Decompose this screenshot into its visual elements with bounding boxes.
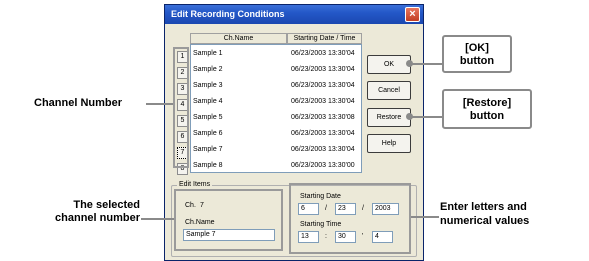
channel-name: Sample 7: [193, 146, 223, 153]
channel-datetime: 06/23/2003 13:30'04: [291, 130, 355, 137]
edit-items-legend: Edit Items: [177, 181, 213, 188]
channel-name: Sample 1: [193, 50, 223, 57]
selected-channel-highlight: [174, 189, 283, 251]
channel-name: Sample 5: [193, 114, 223, 121]
channel-datetime: 06/23/2003 13:30'04: [291, 82, 355, 89]
channel-datetime: 06/23/2003 13:30'08: [291, 114, 355, 121]
restore-button[interactable]: Restore: [367, 108, 411, 127]
channel-datetime: 06/23/2003 13:30'04: [291, 98, 355, 105]
restore-leader-line: [412, 116, 442, 118]
enter-values-callout-line2: numerical values: [440, 215, 530, 227]
selected-channel-callout-line1: The selected: [73, 199, 140, 211]
selected-channel-callout-line2: channel number: [55, 212, 140, 224]
restore-callout-line1: [Restore]: [462, 97, 512, 109]
channel-list[interactable]: Sample 1 06/23/2003 13:30'04 Sample 2 06/2…: [190, 44, 362, 173]
channel-datetime: 06/23/2003 13:30'00: [291, 162, 355, 169]
ok-leader-line: [412, 63, 442, 65]
ok-button[interactable]: OK: [367, 55, 411, 74]
cancel-button[interactable]: Cancel: [367, 81, 411, 100]
column-header-datetime[interactable]: Starting Date / Time: [287, 33, 362, 44]
close-icon[interactable]: ×: [405, 7, 420, 22]
dialog-title: Edit Recording Conditions: [165, 5, 423, 24]
ok-leader-dot: [406, 60, 413, 67]
selected-channel-leader-line: [141, 218, 174, 220]
help-button[interactable]: Help: [367, 134, 411, 153]
date-time-highlight: [289, 183, 411, 254]
restore-leader-dot: [406, 113, 413, 120]
column-header-chname[interactable]: Ch.Name: [190, 33, 287, 44]
restore-callout-line2: button: [469, 110, 505, 122]
channel-datetime: 06/23/2003 13:30'04: [291, 66, 355, 73]
channel-name: Sample 2: [193, 66, 223, 73]
channel-datetime: 06/23/2003 13:30'04: [291, 146, 355, 153]
ok-button-callout: [OK] button: [442, 35, 512, 73]
enter-values-leader-line: [411, 216, 439, 218]
channel-name: Sample 6: [193, 130, 223, 137]
channel-datetime: 06/23/2003 13:30'04: [291, 50, 355, 57]
channel-name: Sample 8: [193, 162, 223, 169]
ok-callout-line1: [OK]: [465, 42, 489, 54]
channel-name: Sample 3: [193, 82, 223, 89]
channel-number-leader-line: [146, 103, 173, 105]
channel-number-highlight: [173, 47, 189, 168]
ok-callout-line2: button: [459, 55, 495, 67]
enter-values-callout-line1: Enter letters and: [440, 201, 527, 213]
channel-name: Sample 4: [193, 98, 223, 105]
channel-number-callout: Channel Number: [34, 97, 123, 109]
restore-button-callout: [Restore] button: [442, 89, 532, 129]
